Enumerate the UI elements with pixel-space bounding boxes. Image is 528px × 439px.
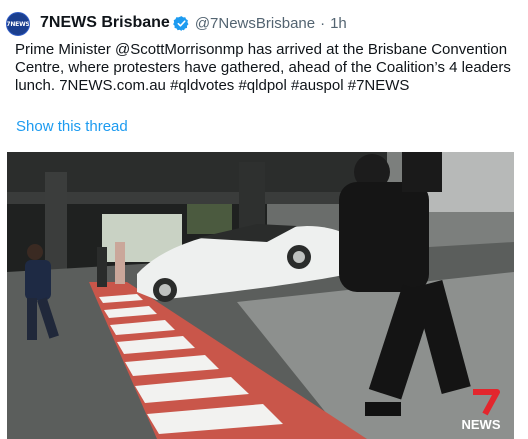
user-handle[interactable]: @7NewsBrisbane <box>195 15 315 32</box>
tweet-text-segment: Prime Minister <box>15 41 116 58</box>
tweet[interactable]: 7NEWS 7NEWS Brisbane @7NewsBrisbane · 1h… <box>0 0 528 439</box>
hashtag-link[interactable]: #qldvotes <box>170 77 234 94</box>
url-link[interactable]: 7NEWS.com.au <box>59 77 166 94</box>
hashtag-link[interactable]: #7NEWS <box>348 77 410 94</box>
show-thread-link[interactable]: Show this thread <box>16 118 128 135</box>
tweet-text: Prime Minister @ScottMorrisonmp has arri… <box>15 41 523 95</box>
mention-link[interactable]: @ScottMorrisonmp <box>115 41 244 58</box>
video-player[interactable]: NEWS <box>7 152 514 439</box>
video-frame: NEWS <box>7 152 514 439</box>
verified-badge-icon <box>172 15 189 31</box>
display-name[interactable]: 7NEWS Brisbane <box>40 14 170 32</box>
hashtag-link[interactable]: #qldpol <box>238 77 286 94</box>
avatar-logo: 7NEWS <box>6 20 30 28</box>
hashtag-link[interactable]: #auspol <box>291 77 344 94</box>
tweet-header: 7NEWS Brisbane @7NewsBrisbane · 1h <box>40 12 347 34</box>
timestamp[interactable]: 1h <box>330 15 347 32</box>
separator-dot: · <box>320 14 326 32</box>
watermark-text: NEWS <box>462 417 501 432</box>
avatar[interactable]: 7NEWS <box>6 12 30 36</box>
